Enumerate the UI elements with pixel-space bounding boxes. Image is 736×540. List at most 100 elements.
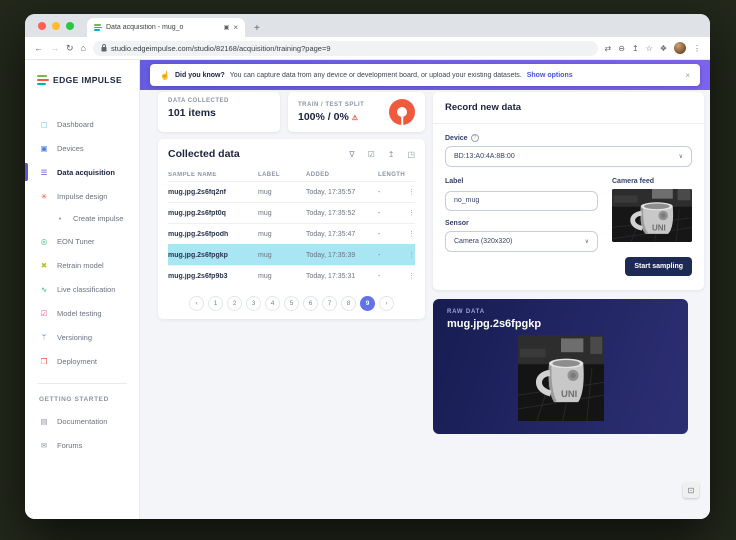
extensions-icon[interactable]: ❖ xyxy=(660,44,667,53)
table-row[interactable]: mug.jpg.2s6fp9b3 mug Today, 17:35:31 - ⋮ xyxy=(168,265,415,286)
sidebar-item-devices[interactable]: ▣ Devices xyxy=(25,136,139,160)
device-help-icon[interactable]: ? xyxy=(470,134,479,142)
row-menu-icon[interactable]: ⋮ xyxy=(408,209,415,217)
pagination-page-9-active[interactable]: 9 xyxy=(360,296,375,311)
browser-tab[interactable]: Data acquisition - mug_o ▣ × xyxy=(87,18,245,37)
sensor-select[interactable]: Camera (320x320) ∨ xyxy=(445,230,598,252)
pagination-page-4[interactable]: 4 xyxy=(265,296,280,311)
feedback-widget-button[interactable]: ⊡ xyxy=(683,482,699,498)
record-new-data-card: Record new data Device ? BD:13:A0:4A:8B:… xyxy=(433,92,704,290)
row-menu-icon[interactable]: ⋮ xyxy=(408,251,415,259)
device-label: Device ? xyxy=(445,134,692,142)
edge-impulse-logo-text: EDGE IMPULSE xyxy=(53,75,123,85)
device-select[interactable]: BD:13:A0:4A:8B:00 ∨ xyxy=(445,146,692,167)
split-donut-chart xyxy=(389,99,415,125)
pagination-page-8[interactable]: 8 xyxy=(341,296,356,311)
translate-icon[interactable]: ⇄ xyxy=(605,44,612,53)
pagination-page-2[interactable]: 2 xyxy=(227,296,242,311)
main-area: ☝ Did you know? You can capture data fro… xyxy=(140,60,710,519)
sidebar-item-data-acquisition[interactable]: ☰ Data acquisition xyxy=(25,160,139,184)
window-controls xyxy=(38,22,74,30)
documentation-icon: ▤ xyxy=(40,416,48,426)
forward-icon[interactable]: → xyxy=(50,43,59,53)
row-menu-icon[interactable]: ⋮ xyxy=(408,230,415,238)
tab-strip: Data acquisition - mug_o ▣ × + xyxy=(25,14,710,37)
devices-icon: ▣ xyxy=(40,143,48,153)
sidebar-item-live-classification[interactable]: ∿ Live classification xyxy=(25,277,139,301)
maximize-window-button[interactable] xyxy=(66,22,74,30)
filter-icon[interactable]: ∇ xyxy=(349,150,354,159)
minimize-window-button[interactable] xyxy=(52,22,60,30)
versioning-icon: ᛘ xyxy=(41,332,47,342)
zoom-out-icon[interactable]: ⊖ xyxy=(618,44,625,53)
sidebar-item-eon-tuner[interactable]: ◎ EON Tuner xyxy=(25,229,139,253)
table-header-row: SAMPLE NAME LABEL ADDED LENGTH xyxy=(168,171,406,178)
upload-icon[interactable]: ↥ xyxy=(388,150,395,159)
collected-data-title: Collected data xyxy=(168,148,240,160)
svg-text:UNI: UNI xyxy=(652,224,666,233)
browser-menu-icon[interactable]: ⋮ xyxy=(693,44,701,53)
sidebar-item-forums[interactable]: ✉ Forums xyxy=(25,433,139,457)
home-icon[interactable]: ⌂ xyxy=(81,43,86,53)
sidebar-divider xyxy=(37,383,127,384)
pagination-next[interactable]: › xyxy=(379,296,394,311)
data-collected-value: 101 items xyxy=(168,107,216,119)
chevron-down-icon: ∨ xyxy=(584,238,589,245)
dashboard-icon: ▢ xyxy=(40,119,48,129)
sidebar-item-dashboard[interactable]: ▢ Dashboard xyxy=(25,112,139,136)
bookmark-star-icon[interactable]: ☆ xyxy=(646,44,653,53)
lock-icon xyxy=(101,44,107,52)
select-multiple-icon[interactable]: ☑ xyxy=(368,150,375,159)
split-value: 100% / 0% ⚠ xyxy=(298,110,359,123)
forums-icon: ✉ xyxy=(40,440,48,450)
train-test-split-card: TRAIN / TEST SPLIT 100% / 0% ⚠ xyxy=(288,92,425,132)
sidebar-item-create-impulse[interactable]: ● Create impulse xyxy=(25,208,139,229)
pagination-page-6[interactable]: 6 xyxy=(303,296,318,311)
table-row[interactable]: mug.jpg.2s6fpodh mug Today, 17:35:47 - ⋮ xyxy=(168,223,415,244)
sidebar-item-retrain-model[interactable]: ✖ Retrain model xyxy=(25,253,139,277)
table-row[interactable]: mug.jpg.2s6fq2nf mug Today, 17:35:57 - ⋮ xyxy=(168,181,415,202)
tab-close-icon[interactable]: × xyxy=(233,23,238,32)
svg-text:UNI: UNI xyxy=(561,389,577,400)
pagination-page-3[interactable]: 3 xyxy=(246,296,261,311)
start-sampling-button[interactable]: Start sampling xyxy=(625,257,692,276)
pagination-prev[interactable]: ‹ xyxy=(189,296,204,311)
sidebar: EDGE IMPULSE ▢ Dashboard ▣ Devices ☰ Dat… xyxy=(25,60,140,519)
raw-data-panel: RAW DATA mug.jpg.2s6fpgkp UNI xyxy=(433,299,688,434)
retrain-model-icon: ✖ xyxy=(40,260,48,270)
edge-impulse-logo[interactable]: EDGE IMPULSE xyxy=(25,70,139,90)
new-tab-button[interactable]: + xyxy=(254,23,260,34)
back-icon[interactable]: ← xyxy=(34,43,43,53)
pagination-page-1[interactable]: 1 xyxy=(208,296,223,311)
browser-window: Data acquisition - mug_o ▣ × + ← → ↻ ⌂ s… xyxy=(25,14,710,519)
toolbar-right: ⇄ ⊖ ↥ ☆ ❖ ⋮ xyxy=(605,42,701,54)
chevron-down-icon: ∨ xyxy=(678,154,683,160)
raw-data-sample-name: mug.jpg.2s6fpgkp xyxy=(447,318,542,330)
record-new-data-title: Record new data xyxy=(433,92,704,124)
live-classification-icon: ∿ xyxy=(40,284,48,294)
sidebar-item-documentation[interactable]: ▤ Documentation xyxy=(25,409,139,433)
sidebar-item-impulse-design[interactable]: ✳ Impulse design xyxy=(25,184,139,208)
share-icon[interactable]: ↥ xyxy=(632,44,639,53)
sidebar-nav: ▢ Dashboard ▣ Devices ☰ Data acquisition… xyxy=(25,112,139,457)
expand-icon[interactable]: ◳ xyxy=(407,150,415,159)
data-acquisition-icon: ☰ xyxy=(40,167,48,177)
row-menu-icon[interactable]: ⋮ xyxy=(408,272,415,280)
sidebar-item-versioning[interactable]: ᛘ Versioning xyxy=(25,325,139,349)
reload-icon[interactable]: ↻ xyxy=(66,43,74,54)
pagination-page-5[interactable]: 5 xyxy=(284,296,299,311)
profile-avatar[interactable] xyxy=(674,42,686,54)
sidebar-item-deployment[interactable]: ❒ Deployment xyxy=(25,349,139,373)
close-window-button[interactable] xyxy=(38,22,46,30)
table-row[interactable]: mug.jpg.2s6fpt0q mug Today, 17:35:52 - ⋮ xyxy=(168,202,415,223)
sidebar-item-model-testing[interactable]: ☑ Model testing xyxy=(25,301,139,325)
raw-data-label: RAW DATA xyxy=(447,309,485,315)
split-label: TRAIN / TEST SPLIT xyxy=(298,101,365,108)
url-bar[interactable]: studio.edgeimpulse.com/studio/82168/acqu… xyxy=(92,40,598,56)
row-menu-icon[interactable]: ⋮ xyxy=(408,188,415,196)
samples-table: SAMPLE NAME LABEL ADDED LENGTH mug.jpg.2… xyxy=(168,168,415,286)
table-row-selected[interactable]: mug.jpg.2s6fpgkp mug Today, 17:35:39 - ⋮ xyxy=(168,244,415,265)
impulse-design-icon: ✳ xyxy=(40,191,48,201)
pagination-page-7[interactable]: 7 xyxy=(322,296,337,311)
label-input[interactable] xyxy=(445,190,598,211)
